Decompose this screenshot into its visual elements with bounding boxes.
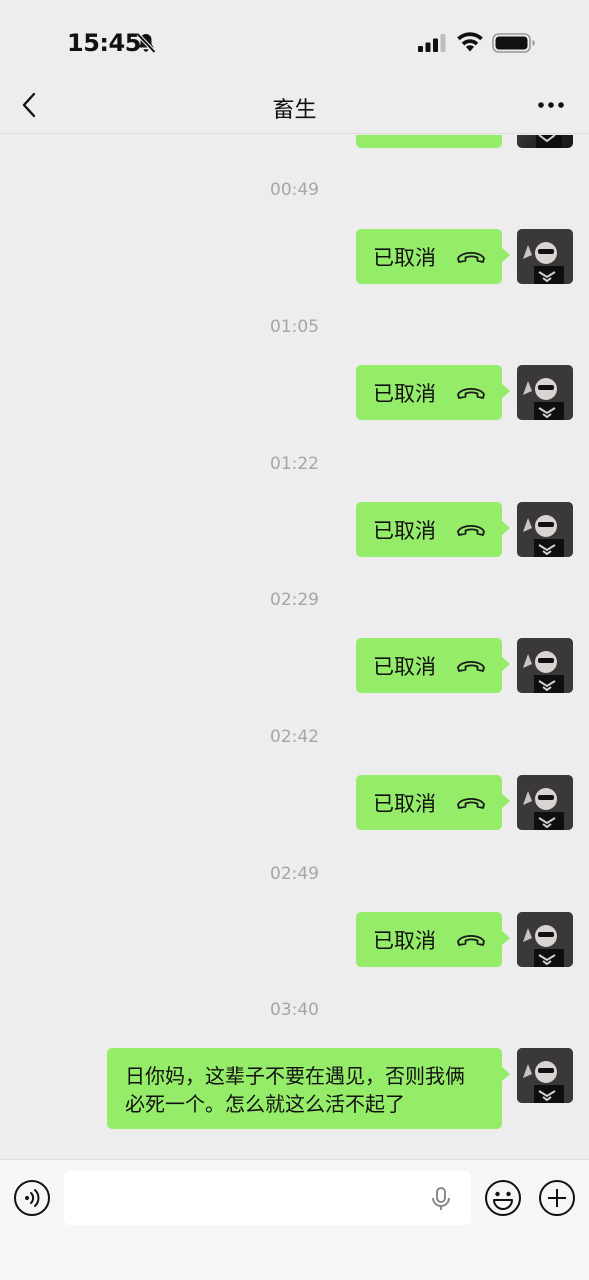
avatar[interactable]	[517, 912, 573, 967]
call-status-text: 已取消	[373, 381, 436, 406]
call-status-text: 已取消	[373, 654, 436, 679]
voice-icon[interactable]	[13, 1179, 51, 1217]
avatar[interactable]	[517, 135, 573, 148]
chat-title: 畜生	[272, 98, 317, 123]
call-status-text: 已取消	[373, 518, 436, 543]
wifi-icon	[457, 32, 483, 52]
status-bar: 15:45	[0, 0, 589, 80]
avatar[interactable]	[517, 775, 573, 830]
partial-message-bubble[interactable]	[356, 135, 502, 148]
nav-bar: 畜生	[0, 80, 589, 134]
message-timestamp: 02:42	[270, 727, 319, 747]
ellipsis-icon[interactable]	[536, 96, 566, 114]
hangup-phone-icon	[457, 524, 485, 536]
hangup-phone-icon	[457, 660, 485, 672]
signal-icon	[418, 34, 446, 52]
call-record-bubble[interactable]: 已取消	[356, 912, 510, 967]
call-status-text: 已取消	[373, 928, 436, 953]
call-record-bubble[interactable]: 已取消	[356, 638, 510, 693]
plus-icon[interactable]	[538, 1179, 576, 1217]
microphone-icon[interactable]	[430, 1186, 452, 1212]
call-record-bubble[interactable]: 已取消	[356, 365, 510, 420]
bell-slash-icon	[136, 33, 156, 54]
chat-history[interactable]: 00:49 已取消 01:05 已取消 01:22 已取消 02:29 已取消 …	[0, 135, 589, 1159]
call-status-text: 已取消	[373, 245, 436, 270]
input-bar	[0, 1159, 589, 1280]
hangup-phone-icon	[457, 387, 485, 399]
avatar[interactable]	[517, 1048, 573, 1103]
status-time: 15:45	[67, 29, 141, 57]
message-timestamp: 03:40	[270, 1000, 319, 1020]
avatar[interactable]	[517, 502, 573, 557]
call-record-bubble[interactable]: 已取消	[356, 775, 510, 830]
message-input[interactable]	[64, 1171, 471, 1225]
message-timestamp: 01:05	[270, 317, 319, 337]
call-record-bubble[interactable]: 已取消	[356, 502, 510, 557]
text-message-bubble[interactable]: 日你妈，这辈子不要在遇见，否则我俩必死一个。怎么就这么活不起了	[107, 1048, 510, 1129]
avatar[interactable]	[517, 365, 573, 420]
battery-icon	[492, 33, 535, 53]
emoji-icon[interactable]	[484, 1179, 522, 1217]
hangup-phone-icon	[457, 934, 485, 946]
hangup-phone-icon	[457, 251, 485, 263]
call-record-bubble[interactable]: 已取消	[356, 229, 510, 284]
avatar[interactable]	[517, 638, 573, 693]
hangup-phone-icon	[457, 797, 485, 809]
message-timestamp: 02:29	[270, 590, 319, 610]
message-timestamp: 02:49	[270, 864, 319, 884]
message-timestamp: 00:49	[270, 180, 319, 200]
call-status-text: 已取消	[373, 791, 436, 816]
avatar[interactable]	[517, 229, 573, 284]
message-timestamp: 01:22	[270, 454, 319, 474]
